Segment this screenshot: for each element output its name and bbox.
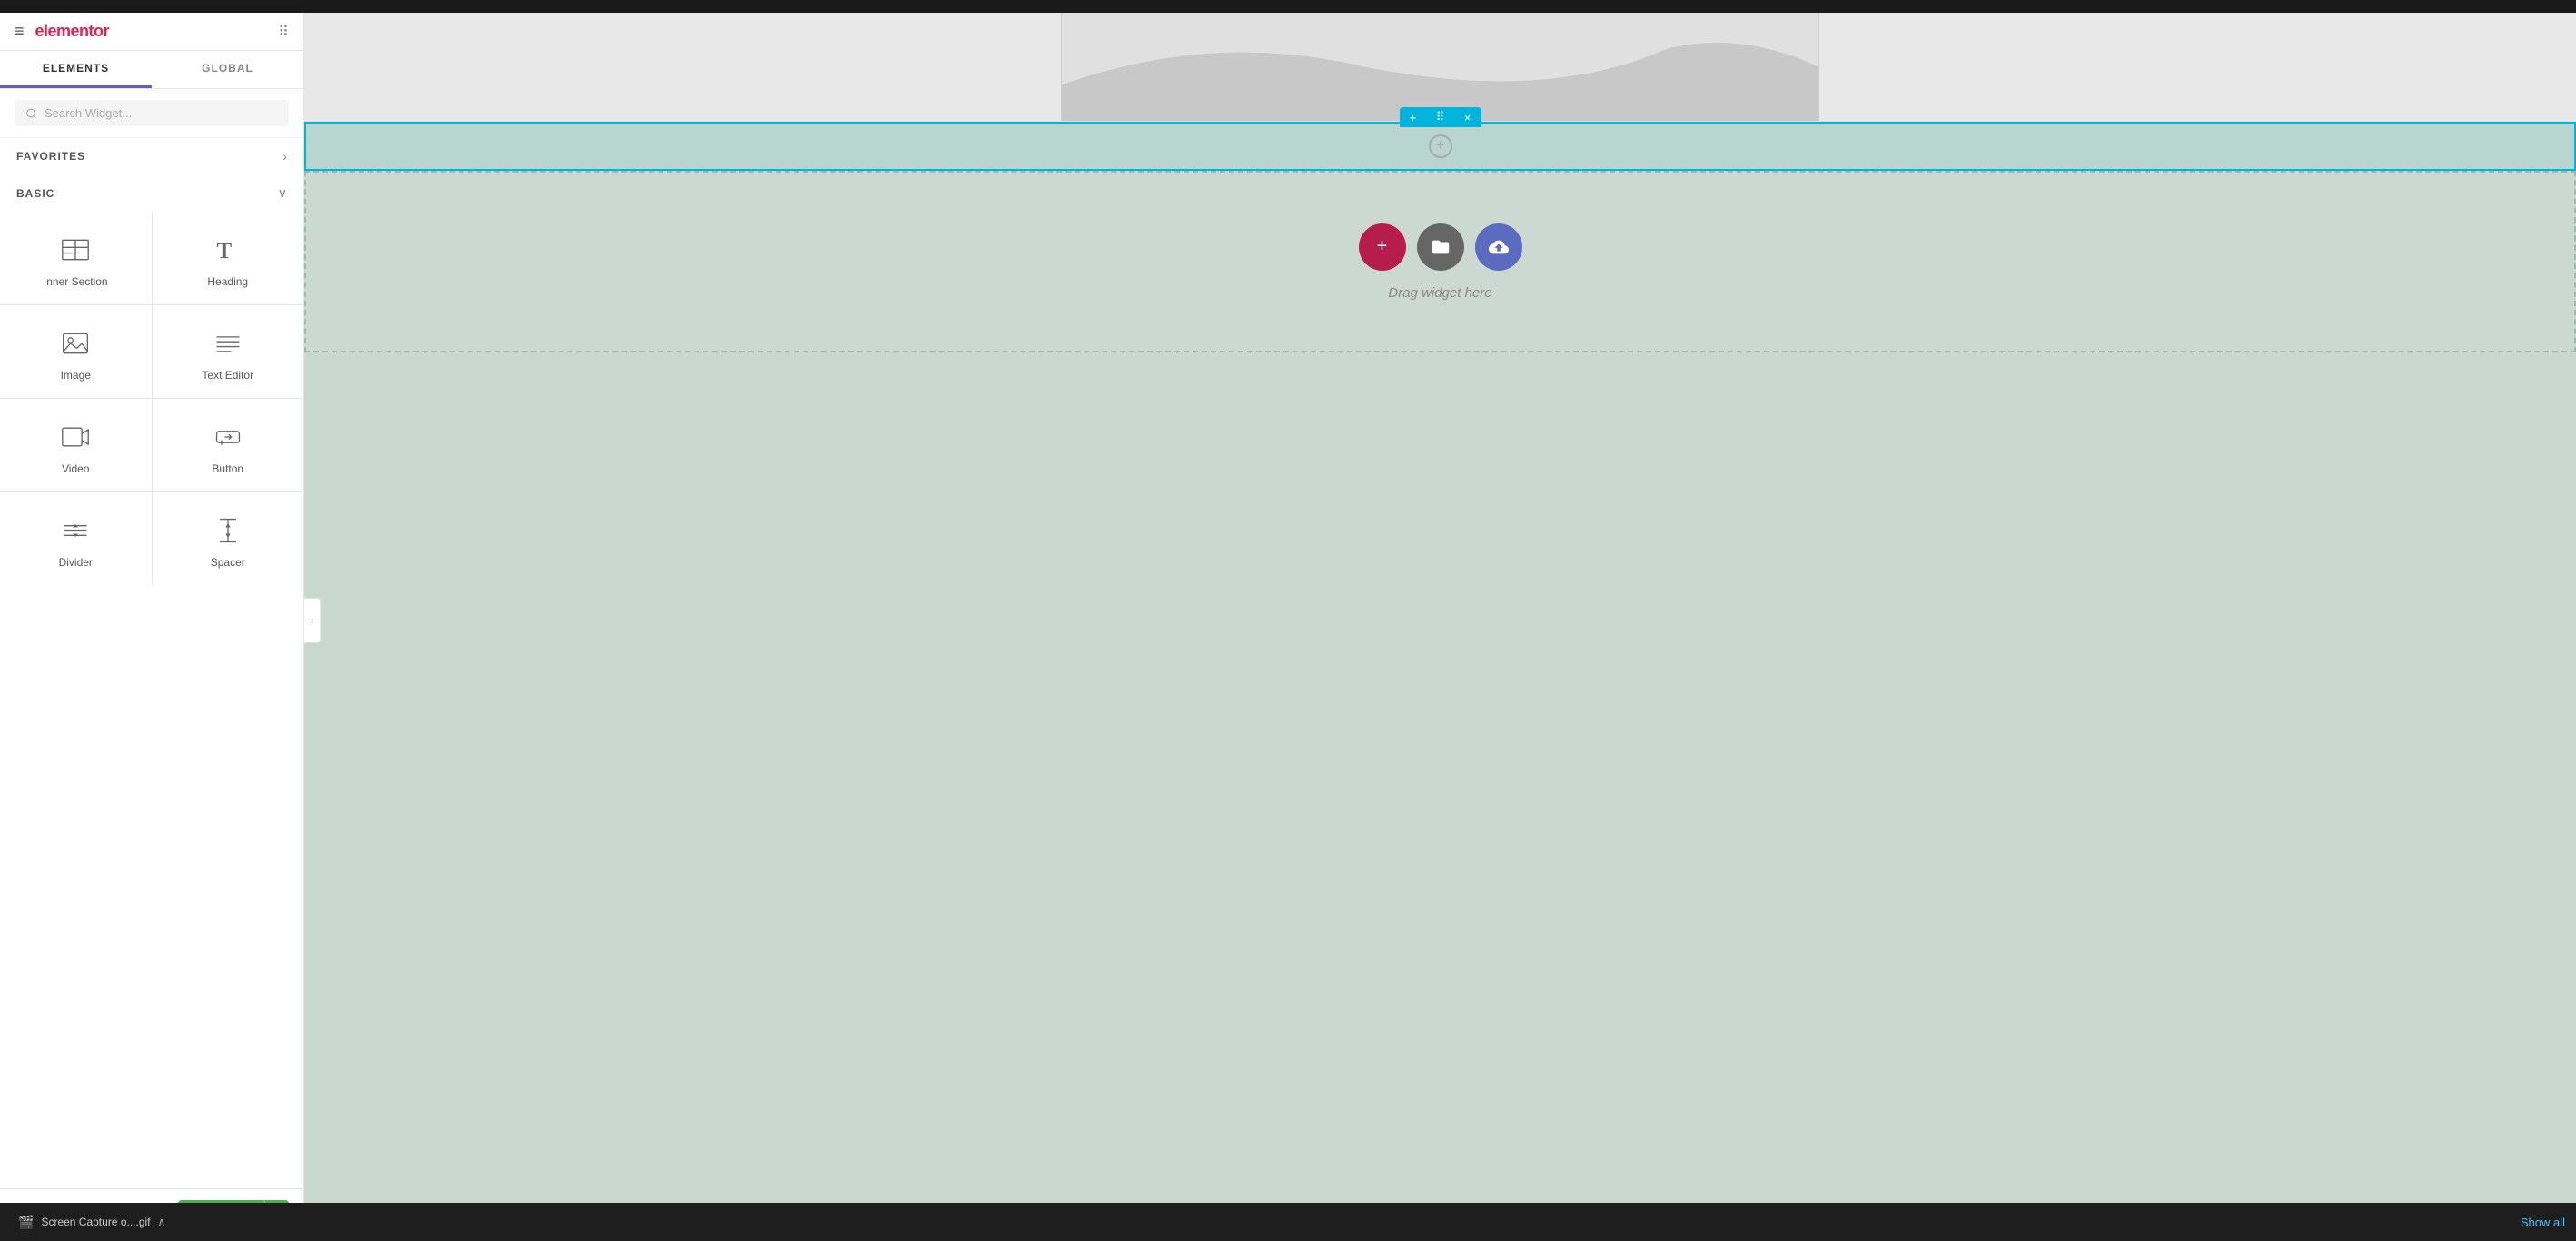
top-col-left [304,13,1062,121]
widget-divider-label: Divider [59,556,93,569]
drag-cloud-button[interactable] [1475,223,1522,271]
basic-section-header[interactable]: BASIC ∨ [0,174,303,212]
taskbar-right: Show all [2521,1216,2565,1229]
widget-image[interactable]: Image [0,305,152,398]
file-name: Screen Capture o....gif [41,1216,150,1228]
top-col-center [1062,13,1819,121]
show-all-button[interactable]: Show all [2521,1216,2565,1229]
sidebar: ≡ elementor ⠿ ELEMENTS GLOBAL FAVORITES … [0,13,304,1241]
favorites-chevron-icon: › [282,149,287,164]
sidebar-header: ≡ elementor ⠿ [0,13,303,51]
row-add-button[interactable]: + [1400,107,1427,127]
widget-button-label: Button [212,462,243,475]
widget-heading[interactable]: T Heading [153,212,304,304]
svg-text:T: T [216,239,232,263]
row-close-button[interactable]: × [1454,107,1481,127]
tab-global[interactable]: GLOBAL [152,51,303,88]
top-bar [0,0,2576,13]
heading-icon: T [212,233,244,266]
favorites-label: FAVORITES [16,150,85,163]
basic-chevron-icon: ∨ [278,185,287,201]
drag-folder-button[interactable] [1417,223,1464,271]
button-icon [212,421,244,453]
drag-actions: + [1359,223,1522,271]
sidebar-search [0,89,303,138]
widget-spacer[interactable]: Spacer [153,492,304,585]
sidebar-header-left: ≡ elementor [15,22,109,41]
image-icon [59,327,92,360]
top-col-right [1819,13,2576,121]
search-wrapper [15,100,289,126]
bottom-section [304,352,2576,552]
row-content: + [306,124,2574,169]
widget-heading-label: Heading [207,275,248,288]
widget-grid: Inner Section T Heading [0,212,303,585]
widget-divider[interactable]: Divider [0,492,152,585]
basic-label: BASIC [16,187,54,200]
highlighted-row: + ⠿ × + [304,122,2576,171]
inner-section-icon [59,233,92,266]
widget-text-editor-label: Text Editor [202,369,253,382]
taskbar: 🎬 Screen Capture o....gif ∧ Show all [0,1203,2576,1241]
drag-label: Drag widget here [1388,285,1491,301]
widget-video[interactable]: Video [0,399,152,491]
widget-text-editor[interactable]: Text Editor [153,305,304,398]
file-icon: 🎬 [18,1215,34,1230]
search-icon [25,107,37,120]
row-add-widget-button[interactable]: + [1429,134,1452,158]
widget-inner-section-label: Inner Section [44,275,108,288]
spacer-icon [212,514,244,547]
favorites-section-header[interactable]: FAVORITES › [0,138,303,174]
taskbar-file[interactable]: 🎬 Screen Capture o....gif ∧ [11,1211,173,1234]
grid-icon[interactable]: ⠿ [278,23,289,41]
hamburger-icon[interactable]: ≡ [15,22,25,41]
drag-add-button[interactable]: + [1359,223,1406,271]
search-input[interactable] [45,106,278,120]
drag-section: + Drag widget here [304,171,2576,352]
sidebar-tabs: ELEMENTS GLOBAL [0,51,303,89]
text-editor-icon [212,327,244,360]
row-drag-handle[interactable]: ⠿ [1427,107,1454,127]
widget-button[interactable]: Button [153,399,304,491]
tab-elements[interactable]: ELEMENTS [0,51,152,88]
divider-icon [59,514,92,547]
main-layout: ≡ elementor ⠿ ELEMENTS GLOBAL FAVORITES … [0,13,2576,1241]
canvas-area: + ⠿ × + + [304,13,2576,1241]
collapse-handle[interactable]: ‹ [304,598,321,643]
elementor-logo: elementor [35,22,110,41]
canvas-inner: + ⠿ × + + [304,13,2576,552]
video-icon [59,421,92,453]
widget-video-label: Video [62,462,89,475]
taskbar-expand-icon[interactable]: ∧ [158,1216,166,1228]
top-image-section [304,13,2576,122]
widget-inner-section[interactable]: Inner Section [0,212,152,304]
row-controls: + ⠿ × [1400,107,1481,127]
widget-spacer-label: Spacer [211,556,245,569]
widget-image-label: Image [61,369,91,382]
